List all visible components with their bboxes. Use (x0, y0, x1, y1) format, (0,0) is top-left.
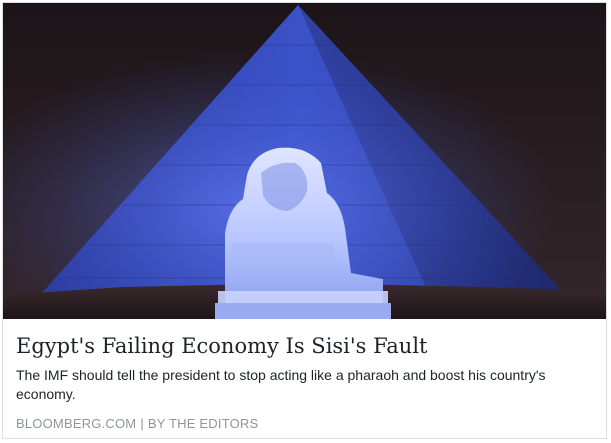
source-domain[interactable]: BLOOMBERG.COM (16, 416, 136, 431)
article-byline: BY THE EDITORS (147, 416, 259, 431)
article-title[interactable]: Egypt's Failing Economy Is Sisi's Fault (16, 333, 593, 359)
preview-text: Egypt's Failing Economy Is Sisi's Fault … (3, 319, 606, 432)
pyramid-sphinx-illustration (3, 3, 606, 319)
meta-separator: | (140, 416, 144, 431)
article-meta: BLOOMBERG.COM | BY THE EDITORS (16, 416, 593, 432)
preview-image[interactable] (3, 3, 606, 319)
link-preview-card[interactable]: Egypt's Failing Economy Is Sisi's Fault … (2, 2, 607, 439)
article-description: The IMF should tell the president to sto… (16, 367, 546, 402)
